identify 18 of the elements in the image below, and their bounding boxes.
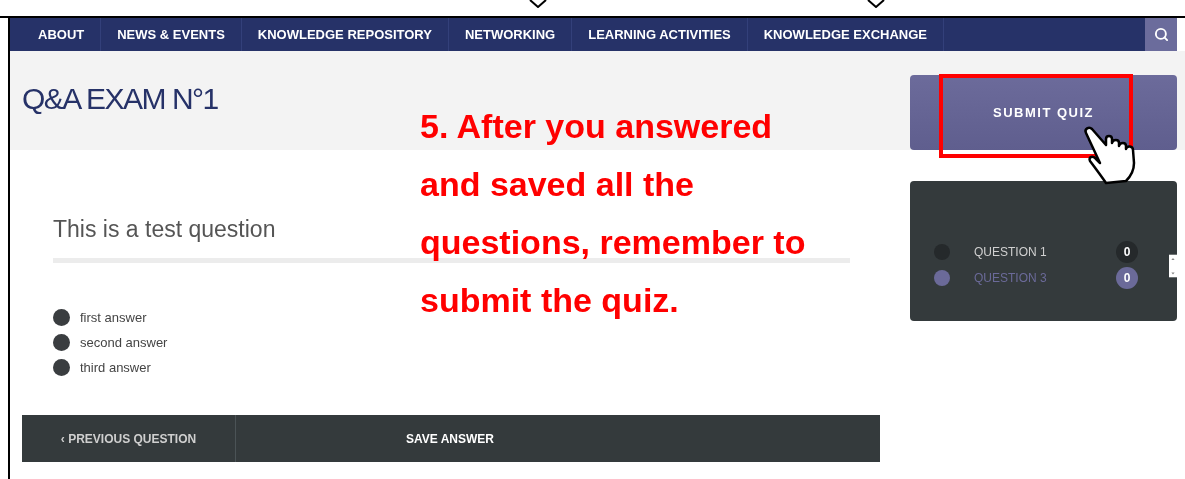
submit-quiz-button[interactable]: SUBMIT QUIZ (910, 75, 1177, 150)
search-button[interactable] (1145, 18, 1177, 51)
question-item[interactable]: QUESTION 3 0 (934, 265, 1156, 291)
answer-option[interactable]: third answer (53, 355, 151, 380)
radio-button[interactable] (53, 359, 70, 376)
radio-button[interactable] (53, 334, 70, 351)
question-text: This is a test question (53, 215, 276, 244)
save-answer-button[interactable]: SAVE ANSWER (236, 415, 664, 462)
page-title: Q&A EXAM N°1 (22, 81, 218, 117)
search-icon (1153, 27, 1169, 42)
count-badge: 0 (1116, 241, 1138, 263)
answer-option[interactable]: second answer (53, 330, 168, 355)
count-badge: 0 (1116, 267, 1138, 289)
question-item[interactable]: QUESTION 1 0 (934, 239, 1156, 265)
annotation-text: 5. After you answered and saved all the questions, remember to submit the quiz. (420, 106, 807, 321)
previous-question-button[interactable]: ‹ PREVIOUS QUESTION (22, 415, 236, 462)
radio-button[interactable] (53, 309, 70, 326)
answer-option[interactable]: first answer (53, 305, 147, 330)
